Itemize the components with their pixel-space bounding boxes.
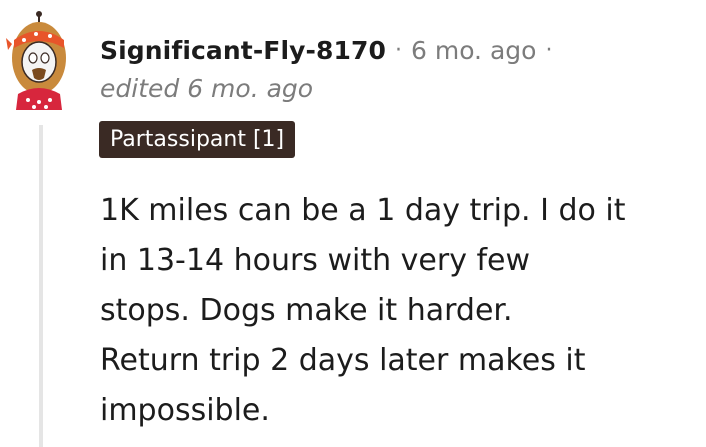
username-link[interactable]: Significant-Fly-8170 xyxy=(100,36,386,65)
comment-body-line: in 13-14 hours with very few xyxy=(100,243,531,278)
thread-line[interactable] xyxy=(39,125,43,447)
user-avatar-icon xyxy=(6,11,66,110)
comment-body-line: impossible. xyxy=(100,393,270,428)
timestamp-link[interactable]: 6 mo. ago xyxy=(411,36,536,65)
separator-dot: · xyxy=(545,37,553,63)
comment-body: 1K miles can be a 1 day trip. I do it in… xyxy=(100,186,690,436)
comment-meta: Significant-Fly-8170 · 6 mo. ago · xyxy=(100,30,561,70)
comment-body-line: Return trip 2 days later makes it xyxy=(100,343,586,378)
comment-body-line: 1K miles can be a 1 day trip. I do it xyxy=(100,193,626,228)
avatar[interactable] xyxy=(6,10,72,110)
user-flair: Partassipant [1] xyxy=(99,121,296,158)
comment-body-line: stops. Dogs make it harder. xyxy=(100,293,513,328)
edited-label: edited 6 mo. ago xyxy=(100,74,314,103)
separator-dot: · xyxy=(395,37,402,63)
